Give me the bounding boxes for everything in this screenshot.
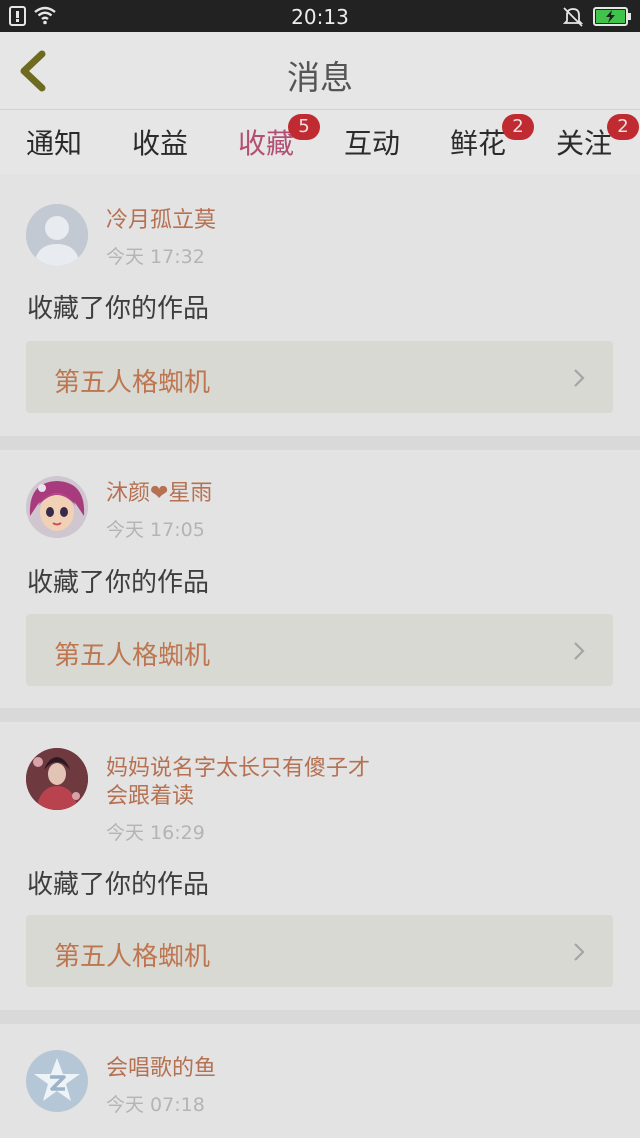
unread-badge: 2 <box>502 114 534 140</box>
work-link[interactable]: 第五人格蜘机 <box>26 915 613 987</box>
status-bar: 20:13 <box>0 0 640 32</box>
message-item: 会唱歌的鱼 今天 07:18 <box>0 1024 640 1138</box>
timestamp: 今天 17:05 <box>106 519 205 541</box>
tab-interactions[interactable]: 互动 <box>344 122 400 178</box>
chevron-right-icon <box>574 642 585 660</box>
tab-label: 互动 <box>344 127 401 160</box>
tab-notifications[interactable]: 通知 <box>26 122 82 178</box>
user-name[interactable]: 妈妈说名字太长只有傻子才 <box>106 754 370 783</box>
unread-badge: 2 <box>607 114 639 140</box>
tab-flowers[interactable]: 鲜花 2 <box>450 114 534 178</box>
divider <box>0 436 640 450</box>
user-name[interactable]: 冷月孤立莫 <box>106 206 216 235</box>
tab-label: 收益 <box>132 127 189 160</box>
user-name-continued[interactable]: 会跟着读 <box>106 782 194 811</box>
user-name[interactable]: 会唱歌的鱼 <box>106 1054 216 1083</box>
action-text: 收藏了你的作品 <box>27 568 210 598</box>
action-text: 收藏了你的作品 <box>27 294 210 324</box>
page-title: 消息 <box>287 58 353 97</box>
status-time: 20:13 <box>291 5 349 29</box>
work-title: 第五人格蜘机 <box>54 641 211 671</box>
top-nav-bar: 消息 <box>0 32 640 110</box>
costume-photo-avatar[interactable] <box>26 748 88 810</box>
battery-charging-icon <box>593 7 633 31</box>
chevron-right-icon <box>574 943 585 961</box>
tab-label: 鲜花 <box>450 127 507 160</box>
tab-earnings[interactable]: 收益 <box>132 122 188 178</box>
tab-label: 收藏 <box>238 127 295 160</box>
tab-bar: 通知 收益 收藏 5 互动 鲜花 2 关注 2 <box>0 110 640 180</box>
divider <box>0 708 640 722</box>
divider <box>0 1010 640 1024</box>
work-link[interactable]: 第五人格蜘机 <box>26 614 613 686</box>
app-root: 20:13 消息 通知 收益 收藏 5 互动 鲜花 2 关注 2 冷月孤立莫 今… <box>0 0 640 1138</box>
timestamp: 今天 07:18 <box>106 1094 205 1116</box>
cartoon-girl-avatar[interactable] <box>26 476 88 538</box>
tab-favorites[interactable]: 收藏 5 <box>238 114 320 180</box>
timestamp: 今天 17:32 <box>106 246 205 268</box>
tab-label: 关注 <box>556 127 613 160</box>
message-item: 妈妈说名字太长只有傻子才 会跟着读 今天 16:29 收藏了你的作品 第五人格蜘… <box>0 722 640 1022</box>
work-link[interactable]: 第五人格蜘机 <box>26 341 613 413</box>
timestamp: 今天 16:29 <box>106 822 205 844</box>
bell-mute-icon <box>562 5 584 31</box>
qzone-star-avatar[interactable] <box>26 1050 88 1112</box>
work-title: 第五人格蜘机 <box>54 368 211 398</box>
tab-follows[interactable]: 关注 2 <box>556 114 639 178</box>
action-text: 收藏了你的作品 <box>27 870 210 900</box>
message-item: 冷月孤立莫 今天 17:32 收藏了你的作品 第五人格蜘机 <box>0 174 640 436</box>
chevron-right-icon <box>574 369 585 387</box>
unread-badge: 5 <box>288 114 320 140</box>
default-avatar-icon[interactable] <box>26 204 88 266</box>
work-title: 第五人格蜘机 <box>54 942 211 972</box>
tab-label: 通知 <box>26 127 83 160</box>
message-item: 沐颜❤星雨 今天 17:05 收藏了你的作品 第五人格蜘机 <box>0 450 640 708</box>
user-name[interactable]: 沐颜❤星雨 <box>106 479 212 508</box>
